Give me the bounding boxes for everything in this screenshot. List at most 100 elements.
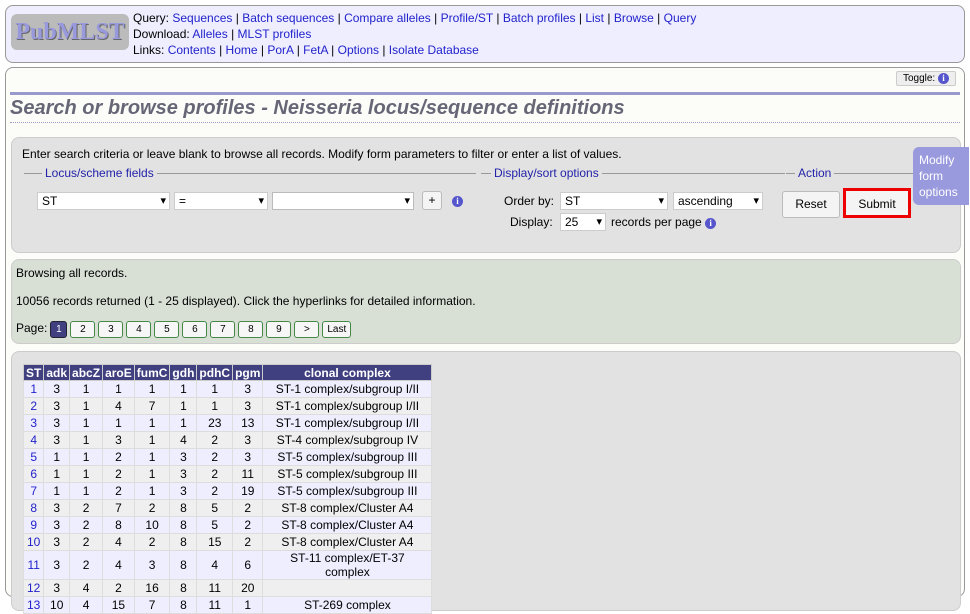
table-cell: 2 [102, 448, 135, 466]
table-cell: 4 [69, 579, 104, 597]
st-link[interactable]: 1 [22, 380, 45, 398]
table-cell: ST-1 complex/subgroup I/II [262, 414, 433, 432]
info-icon[interactable]: i [705, 218, 717, 229]
st-link[interactable]: 11 [22, 550, 45, 580]
add-field-button[interactable]: + [422, 191, 442, 210]
table-cell: 1 [133, 482, 171, 500]
page-button[interactable]: 9 [266, 321, 292, 338]
page-button[interactable]: 5 [154, 321, 180, 338]
st-link[interactable]: 8 [22, 499, 45, 517]
query-link[interactable]: Batch profiles [503, 11, 576, 25]
table-cell: 1 [102, 414, 135, 432]
locus-fieldset: Locus/scheme fields [24, 166, 476, 180]
table-cell: 4 [69, 596, 104, 614]
st-link[interactable]: 2 [22, 397, 45, 415]
page-button[interactable]: 7 [210, 321, 236, 338]
page-button[interactable]: 2 [70, 321, 96, 338]
column-header[interactable]: clonal complex [262, 364, 433, 381]
info-icon[interactable]: i [452, 196, 463, 207]
query-link[interactable]: List [585, 11, 604, 25]
st-link[interactable]: 10 [22, 533, 45, 551]
table-cell: 2 [196, 431, 234, 449]
table-cell: 2 [196, 448, 234, 466]
column-header[interactable]: abcZ [69, 364, 104, 381]
table-cell: 15 [196, 533, 234, 551]
column-header[interactable]: ST [22, 364, 45, 381]
value-input[interactable] [272, 192, 414, 210]
st-link[interactable]: 12 [22, 579, 45, 597]
column-header[interactable]: pdhC [196, 364, 234, 381]
download-link[interactable]: Alleles [192, 27, 227, 41]
query-link[interactable]: Browse [614, 11, 654, 25]
per-page-select[interactable]: 25 [560, 213, 606, 231]
table-cell: 11 [232, 465, 264, 483]
column-header[interactable]: aroE [102, 364, 135, 381]
query-link[interactable]: Compare alleles [344, 11, 431, 25]
page-button[interactable]: 3 [98, 321, 124, 338]
table-cell: 8 [169, 499, 198, 517]
order-label: Order by: [504, 194, 555, 208]
table-cell: 7 [133, 397, 171, 415]
nav-link[interactable]: Contents [168, 43, 216, 57]
table-cell: 11 [196, 596, 234, 614]
pagination: Page: 1 2 3 4 5 6 7 8 9 > Last [16, 321, 354, 338]
column-header[interactable]: adk [43, 364, 71, 381]
st-link[interactable]: 9 [22, 516, 45, 534]
reset-button[interactable]: Reset [782, 191, 840, 218]
query-link[interactable]: Sequences [172, 11, 232, 25]
operator-select[interactable]: = [174, 192, 268, 210]
download-link[interactable]: MLST profiles [238, 27, 312, 41]
table-cell: 5 [196, 516, 234, 534]
table-cell: ST-5 complex/subgroup III [262, 465, 433, 483]
pubmlst-logo[interactable]: PubMLST [11, 14, 129, 50]
info-icon[interactable]: i [938, 73, 949, 84]
query-link[interactable]: Profile/ST [441, 11, 493, 25]
column-header[interactable]: gdh [169, 364, 198, 381]
st-link[interactable]: 6 [22, 465, 45, 483]
column-header[interactable]: pgm [232, 364, 264, 381]
field-select[interactable]: ST [37, 192, 170, 210]
query-link[interactable]: Batch sequences [242, 11, 334, 25]
query-link[interactable]: Query [664, 11, 697, 25]
page-button[interactable]: 4 [126, 321, 152, 338]
page-button[interactable]: 1 [50, 321, 68, 338]
table-cell: 13 [232, 414, 264, 432]
nav-link[interactable]: FetA [303, 43, 328, 57]
table-cell: 5 [196, 499, 234, 517]
table-cell: 10 [43, 596, 71, 614]
table-cell: 1 [69, 482, 104, 500]
direction-select[interactable]: ascending [673, 192, 763, 210]
action-legend: Action [795, 166, 835, 180]
table-cell: 1 [43, 482, 71, 500]
st-link[interactable]: 7 [22, 482, 45, 500]
st-link[interactable]: 5 [22, 448, 45, 466]
table-cell: 3 [232, 448, 264, 466]
table-cell: 2 [232, 516, 264, 534]
nav-link[interactable]: PorA [267, 43, 293, 57]
st-link[interactable]: 13 [22, 596, 45, 614]
page-button[interactable]: > [294, 321, 320, 338]
table-cell: 2 [102, 579, 135, 597]
page-button[interactable]: Last [322, 321, 352, 338]
submit-button[interactable]: Submit [843, 188, 911, 218]
nav-link[interactable]: Home [226, 43, 258, 57]
table-cell: ST-1 complex/subgroup I/II [262, 397, 433, 415]
st-link[interactable]: 3 [22, 414, 45, 432]
table-row: 2 3 1 4 7 1 1 3 ST-1 complex/subgroup I/II [22, 397, 433, 415]
table-cell: 3 [43, 533, 71, 551]
modify-form-options-tab[interactable]: Modify form options [913, 147, 969, 205]
download-label: Download: [133, 27, 190, 41]
toggle-button[interactable]: Toggle: i [895, 71, 956, 86]
st-link[interactable]: 4 [22, 431, 45, 449]
table-cell: 1 [69, 380, 104, 398]
order-by-select[interactable]: ST [560, 192, 668, 210]
page-button[interactable]: 6 [182, 321, 208, 338]
column-header[interactable]: fumC [133, 364, 171, 381]
nav-link[interactable]: Options [338, 43, 379, 57]
page-button[interactable]: 8 [238, 321, 264, 338]
table-cell: 11 [196, 579, 234, 597]
table-row: 10 3 2 4 2 8 15 2 ST-8 complex/Cluster A4 [22, 533, 433, 551]
table-cell: 1 [133, 431, 171, 449]
table-cell: ST-8 complex/Cluster A4 [262, 533, 433, 551]
nav-link[interactable]: Isolate Database [389, 43, 479, 57]
